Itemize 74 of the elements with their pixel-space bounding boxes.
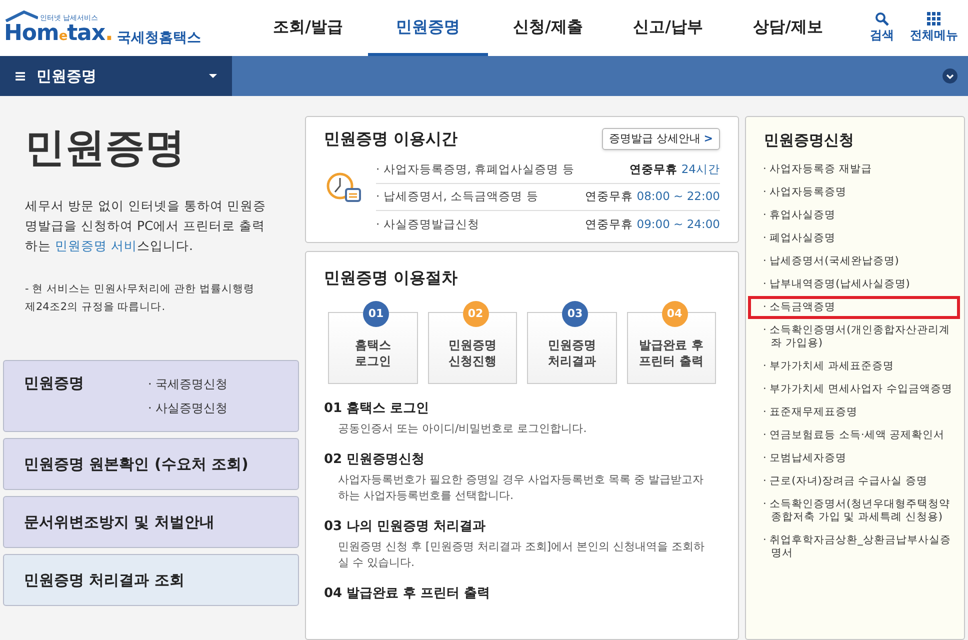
certificate-link[interactable]: · 모범납세자증명	[748, 446, 960, 470]
step-description: 민원증명 신청 후 [민원증명 처리결과 조회]에서 본인의 신청내역을 조회하실 수 있습니다.	[337, 539, 706, 571]
legal-note: - 현 서비스는 민원사무처리에 관한 법률시행령 제24조2의 규정을 따릅니다.	[25, 282, 256, 315]
certificate-link[interactable]: · 납세증명서(국세완납증명)	[748, 250, 960, 272]
hours-title: 민원증명 이용시간	[324, 128, 458, 150]
house-roof-icon	[4, 10, 38, 22]
logo-wordmark[interactable]: Hometax.	[4, 22, 113, 48]
menu-card-title: 문서위변조방지 및 처벌안내	[24, 512, 214, 532]
step-heading: 02 민원증명신청	[324, 451, 426, 469]
menu-card[interactable]: 민원증명 처리결과 조회	[3, 554, 299, 606]
step-label: 신청진행	[448, 353, 496, 369]
certificate-link[interactable]: · 소득확인증명서(개인종합자산관리계좌 가입용)	[748, 318, 960, 354]
page-title: 민원증명	[25, 128, 186, 168]
logo-name: 국세청홈택스	[116, 30, 201, 46]
step-heading: 04 발급완료 후 프린터 출력	[324, 585, 492, 603]
certificate-link[interactable]: · 부가가치세 면세사업자 수입금액증명	[748, 378, 960, 400]
menu-card[interactable]: 문서위변조방지 및 처벌안내	[3, 496, 299, 548]
step-number: 03	[562, 301, 588, 327]
step-number: 01	[363, 301, 389, 327]
card-link[interactable]: · 사실증명신청	[148, 399, 228, 417]
search-button[interactable]: 검색	[870, 12, 894, 44]
clock-calendar-icon	[324, 171, 362, 205]
certificate-link[interactable]: · 사업자등록증명	[748, 180, 960, 204]
certificate-link[interactable]: · 소득확인증명서(청년우대형주택청약종합저축 가입 및 과세특례 신청용)	[748, 492, 960, 528]
step-heading: 01 홈택스 로그인	[324, 400, 430, 418]
step-label: 민원증명	[448, 337, 496, 353]
procedure-title: 민원증명 이용절차	[324, 267, 459, 289]
menu-card-title: 민원증명	[24, 373, 85, 394]
step-label: 처리결과	[548, 353, 596, 369]
certificate-link[interactable]: · 연금보험료등 소득·세액 공제확인서	[748, 424, 960, 446]
menu-tab[interactable]: 상담/제보	[728, 0, 848, 56]
service-hours: 연중무휴 24시간	[630, 161, 720, 178]
intro-description: 세무서 방문 없이 인터넷을 통하여 민원증명발급을 신청하여 PC에서 프린터로 출력하는 민원증명 서비 스입니다.	[25, 197, 267, 255]
certificate-link[interactable]: · 근로(자녀)장려금 수급사실 증명	[748, 470, 960, 492]
menu-card-title: 민원증명 원본확인 (수요처 조회)	[24, 454, 248, 474]
step-description: 사업자등록번호가 필요한 증명일 경우 사업자등록번호 목록 중 발급받고자 하는 사업자등록번호를 선택합니다.	[337, 472, 704, 504]
step-number: 04	[662, 301, 688, 327]
step-description: 공동인증서 또는 아이디/비밀번호로 로그인합니다.	[337, 421, 588, 437]
certificate-link[interactable]: · 부가가치세 과세표준증명	[748, 354, 960, 378]
service-hours: 연중무휴 08:00 ~ 22:00	[585, 188, 720, 206]
search-icon	[875, 12, 889, 26]
certificate-link[interactable]: · 취업후학자금상환_상환금납부사실증명서	[748, 528, 960, 564]
step-label: 홈택스	[354, 337, 391, 353]
certificate-link[interactable]: · 소득금액증명	[748, 296, 960, 318]
step-number: 02	[462, 301, 488, 327]
menu-card[interactable]: 민원증명 원본확인 (수요처 조회)	[3, 438, 299, 490]
step-label: 프린터 출력	[639, 353, 704, 369]
chevron-down-icon[interactable]	[942, 68, 958, 84]
certificate-link[interactable]: · 사업자등록증 재발급	[748, 158, 960, 180]
step-label: 민원증명	[548, 337, 596, 353]
grid-icon	[927, 12, 941, 26]
menu-card-title: 민원증명 처리결과 조회	[24, 570, 184, 590]
certificate-link[interactable]: · 납부내역증명(납세사실증명)	[748, 272, 960, 296]
step-label: 로그인	[354, 353, 391, 369]
section-dropdown[interactable]: ≡ 민원증명	[0, 56, 232, 96]
certificate-link[interactable]: · 폐업사실증명	[748, 226, 960, 250]
apply-title: 민원증명신청	[763, 130, 855, 151]
service-hours: 연중무휴 09:00 ~ 24:00	[585, 216, 720, 233]
menu-card[interactable]: 민원증명 · 국세증명신청 · 사실증명신청	[3, 360, 299, 432]
service-label: · 사실증명발급신청	[376, 216, 480, 233]
menu-tab[interactable]: 신고/납부	[608, 0, 728, 56]
service-label: · 납세증명서, 소득금액증명 등	[376, 188, 538, 206]
step-label: 발급완료 후	[639, 337, 704, 353]
card-link[interactable]: · 국세증명신청	[148, 375, 228, 393]
service-label: · 사업자등록증명, 휴폐업사실증명 등	[376, 161, 574, 178]
all-menu-button[interactable]: 전체메뉴	[910, 12, 958, 44]
certificate-link[interactable]: · 표준재무제표증명	[748, 400, 960, 424]
step-heading: 03 나의 민원증명 처리결과	[324, 518, 487, 536]
service-link[interactable]: 민원증명 서비	[54, 238, 137, 253]
detail-button[interactable]: 증명발급 상세안내 >	[602, 128, 720, 150]
caret-icon	[208, 73, 218, 79]
certificate-link[interactable]: · 휴업사실증명	[748, 204, 960, 226]
menu-tab[interactable]: 조회/발급	[248, 0, 368, 56]
menu-tab[interactable]: 신청/제출	[488, 0, 608, 56]
